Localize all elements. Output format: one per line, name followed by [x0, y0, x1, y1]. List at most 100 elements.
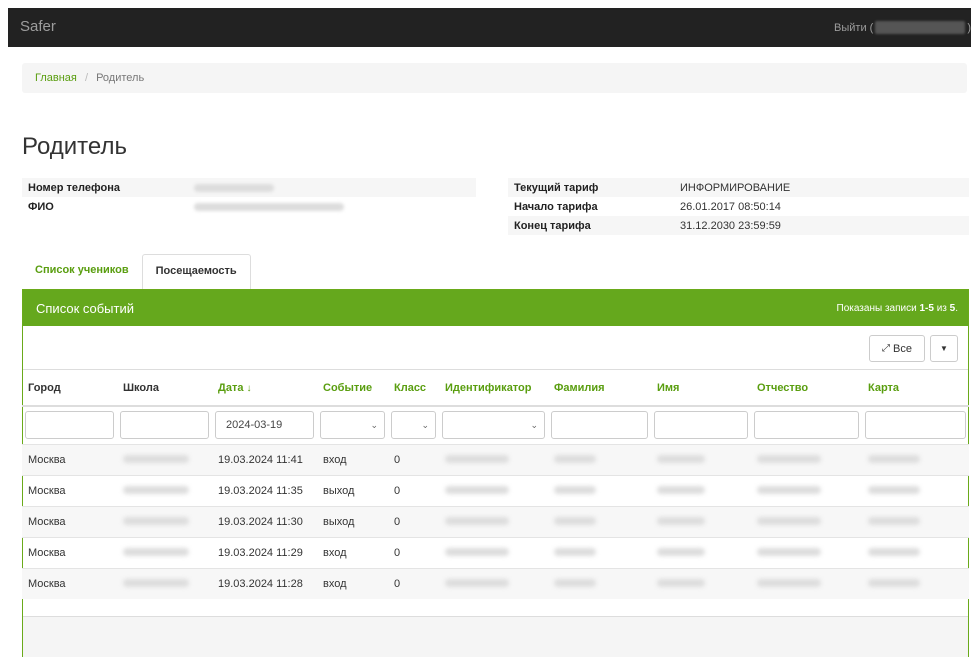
filter-cell [862, 406, 969, 444]
school-cell [117, 443, 212, 475]
card-cell [862, 567, 969, 599]
patronymic-filter-input[interactable] [754, 411, 859, 440]
summary-end: . [955, 302, 958, 314]
date-cell: 19.03.2024 11:29 [212, 536, 317, 568]
event-cell: выход [317, 505, 388, 537]
parent-info-left: Номер телефона ФИО [22, 178, 476, 216]
event-filter-select[interactable]: ⌄ [320, 411, 385, 440]
city-filter-input[interactable] [25, 411, 114, 440]
col-name[interactable]: Имя [651, 370, 751, 407]
name-filter-input[interactable] [654, 411, 748, 440]
redacted-identifier [445, 578, 509, 587]
redacted-school [123, 516, 189, 525]
table-row: Москва 19.03.2024 11:28 вход 0 [22, 567, 969, 599]
school-cell [117, 536, 212, 568]
patronymic-cell [751, 567, 862, 599]
breadcrumb-separator: / [84, 72, 88, 84]
class-cell: 0 [388, 567, 439, 599]
date-cell: 19.03.2024 11:41 [212, 443, 317, 475]
city-cell: Москва [22, 443, 117, 475]
panel-title: Список событий [36, 300, 135, 316]
logout-link[interactable]: Выйти ( ) [834, 21, 971, 34]
redacted-card [868, 578, 920, 587]
redacted-name [657, 485, 705, 494]
chevron-down-icon: ⌄ [370, 420, 378, 431]
tariff-value: ИНФОРМИРОВАНИЕ [680, 181, 791, 194]
patronymic-cell [751, 536, 862, 568]
redacted-surname [554, 516, 596, 525]
breadcrumb-home[interactable]: Главная [35, 72, 77, 84]
filter-cell: ⌄ [317, 406, 388, 444]
events-panel: Список событий Показаны записи 1-5 из 5.… [22, 289, 969, 657]
info-row-tariff: Текущий тариф ИНФОРМИРОВАНИЕ [508, 178, 969, 197]
event-cell: вход [317, 567, 388, 599]
redacted-identifier [445, 485, 509, 494]
card-cell [862, 443, 969, 475]
info-row-tariff-start: Начало тарифа 26.01.2017 08:50:14 [508, 197, 969, 216]
surname-cell [548, 536, 651, 568]
date-filter-input[interactable]: 2024-03-19 [215, 411, 314, 440]
surname-cell [548, 474, 651, 506]
school-filter-input[interactable] [120, 411, 209, 440]
redacted-name [657, 547, 705, 556]
surname-filter-input[interactable] [551, 411, 648, 440]
info-row-phone: Номер телефона [22, 178, 476, 197]
col-identifier[interactable]: Идентификатор [439, 370, 548, 407]
sort-desc-icon: ↓ [246, 382, 252, 394]
class-cell: 0 [388, 474, 439, 506]
breadcrumb: Главная / Родитель [22, 63, 967, 93]
filter-cell [751, 406, 862, 444]
show-all-button[interactable]: ⤢ Все [869, 335, 925, 362]
summary-prefix: Показаны записи [836, 302, 920, 314]
tab-attendance[interactable]: Посещаемость [141, 254, 251, 290]
patronymic-cell [751, 443, 862, 475]
event-cell: выход [317, 474, 388, 506]
class-filter-select[interactable]: ⌄ [391, 411, 436, 440]
redacted-card [868, 454, 920, 463]
redacted-patronymic [757, 578, 821, 587]
chevron-down-icon: ⌄ [421, 420, 429, 431]
fio-label: ФИО [28, 200, 54, 213]
tabs: Список учеников Посещаемость [22, 254, 251, 290]
grid-toolbar: ⤢ Все ▼ [23, 326, 968, 370]
card-cell [862, 536, 969, 568]
redacted-name [657, 578, 705, 587]
export-dropdown-button[interactable]: ▼ [930, 335, 958, 362]
card-filter-input[interactable] [865, 411, 966, 440]
panel-header: Список событий Показаны записи 1-5 из 5. [23, 290, 968, 326]
redacted-card [868, 547, 920, 556]
tariff-label: Текущий тариф [514, 181, 599, 194]
card-cell [862, 474, 969, 506]
class-cell: 0 [388, 536, 439, 568]
city-cell: Москва [22, 536, 117, 568]
col-class[interactable]: Класс [388, 370, 439, 407]
filter-cell [548, 406, 651, 444]
name-cell [651, 505, 751, 537]
brand-logo[interactable]: Safer [20, 18, 56, 35]
redacted-patronymic [757, 516, 821, 525]
logout-close-paren: ) [967, 21, 971, 34]
patronymic-cell [751, 474, 862, 506]
filter-row: 2024-03-19 ⌄ ⌄ ⌄ [22, 406, 969, 444]
redacted-phone [194, 183, 274, 192]
caret-down-icon: ▼ [940, 344, 948, 353]
col-event[interactable]: Событие [317, 370, 388, 407]
filter-cell: ⌄ [388, 406, 439, 444]
identifier-filter-select[interactable]: ⌄ [442, 411, 545, 440]
expand-icon: ⤢ [882, 343, 891, 354]
col-surname[interactable]: Фамилия [548, 370, 651, 407]
tariff-info: Текущий тариф ИНФОРМИРОВАНИЕ Начало тари… [508, 178, 969, 235]
tariff-end-value: 31.12.2030 23:59:59 [680, 219, 781, 232]
show-all-label: Все [893, 342, 912, 355]
name-cell [651, 474, 751, 506]
identifier-cell [439, 567, 548, 599]
redacted-identifier [445, 547, 509, 556]
redacted-card [868, 516, 920, 525]
col-card[interactable]: Карта [862, 370, 969, 407]
col-patronymic[interactable]: Отчество [751, 370, 862, 407]
page-title: Родитель [22, 133, 127, 160]
logout-label: Выйти ( [834, 21, 874, 34]
col-date[interactable]: Дата ↓ [212, 370, 317, 407]
surname-cell [548, 443, 651, 475]
tab-students[interactable]: Список учеников [22, 254, 142, 290]
